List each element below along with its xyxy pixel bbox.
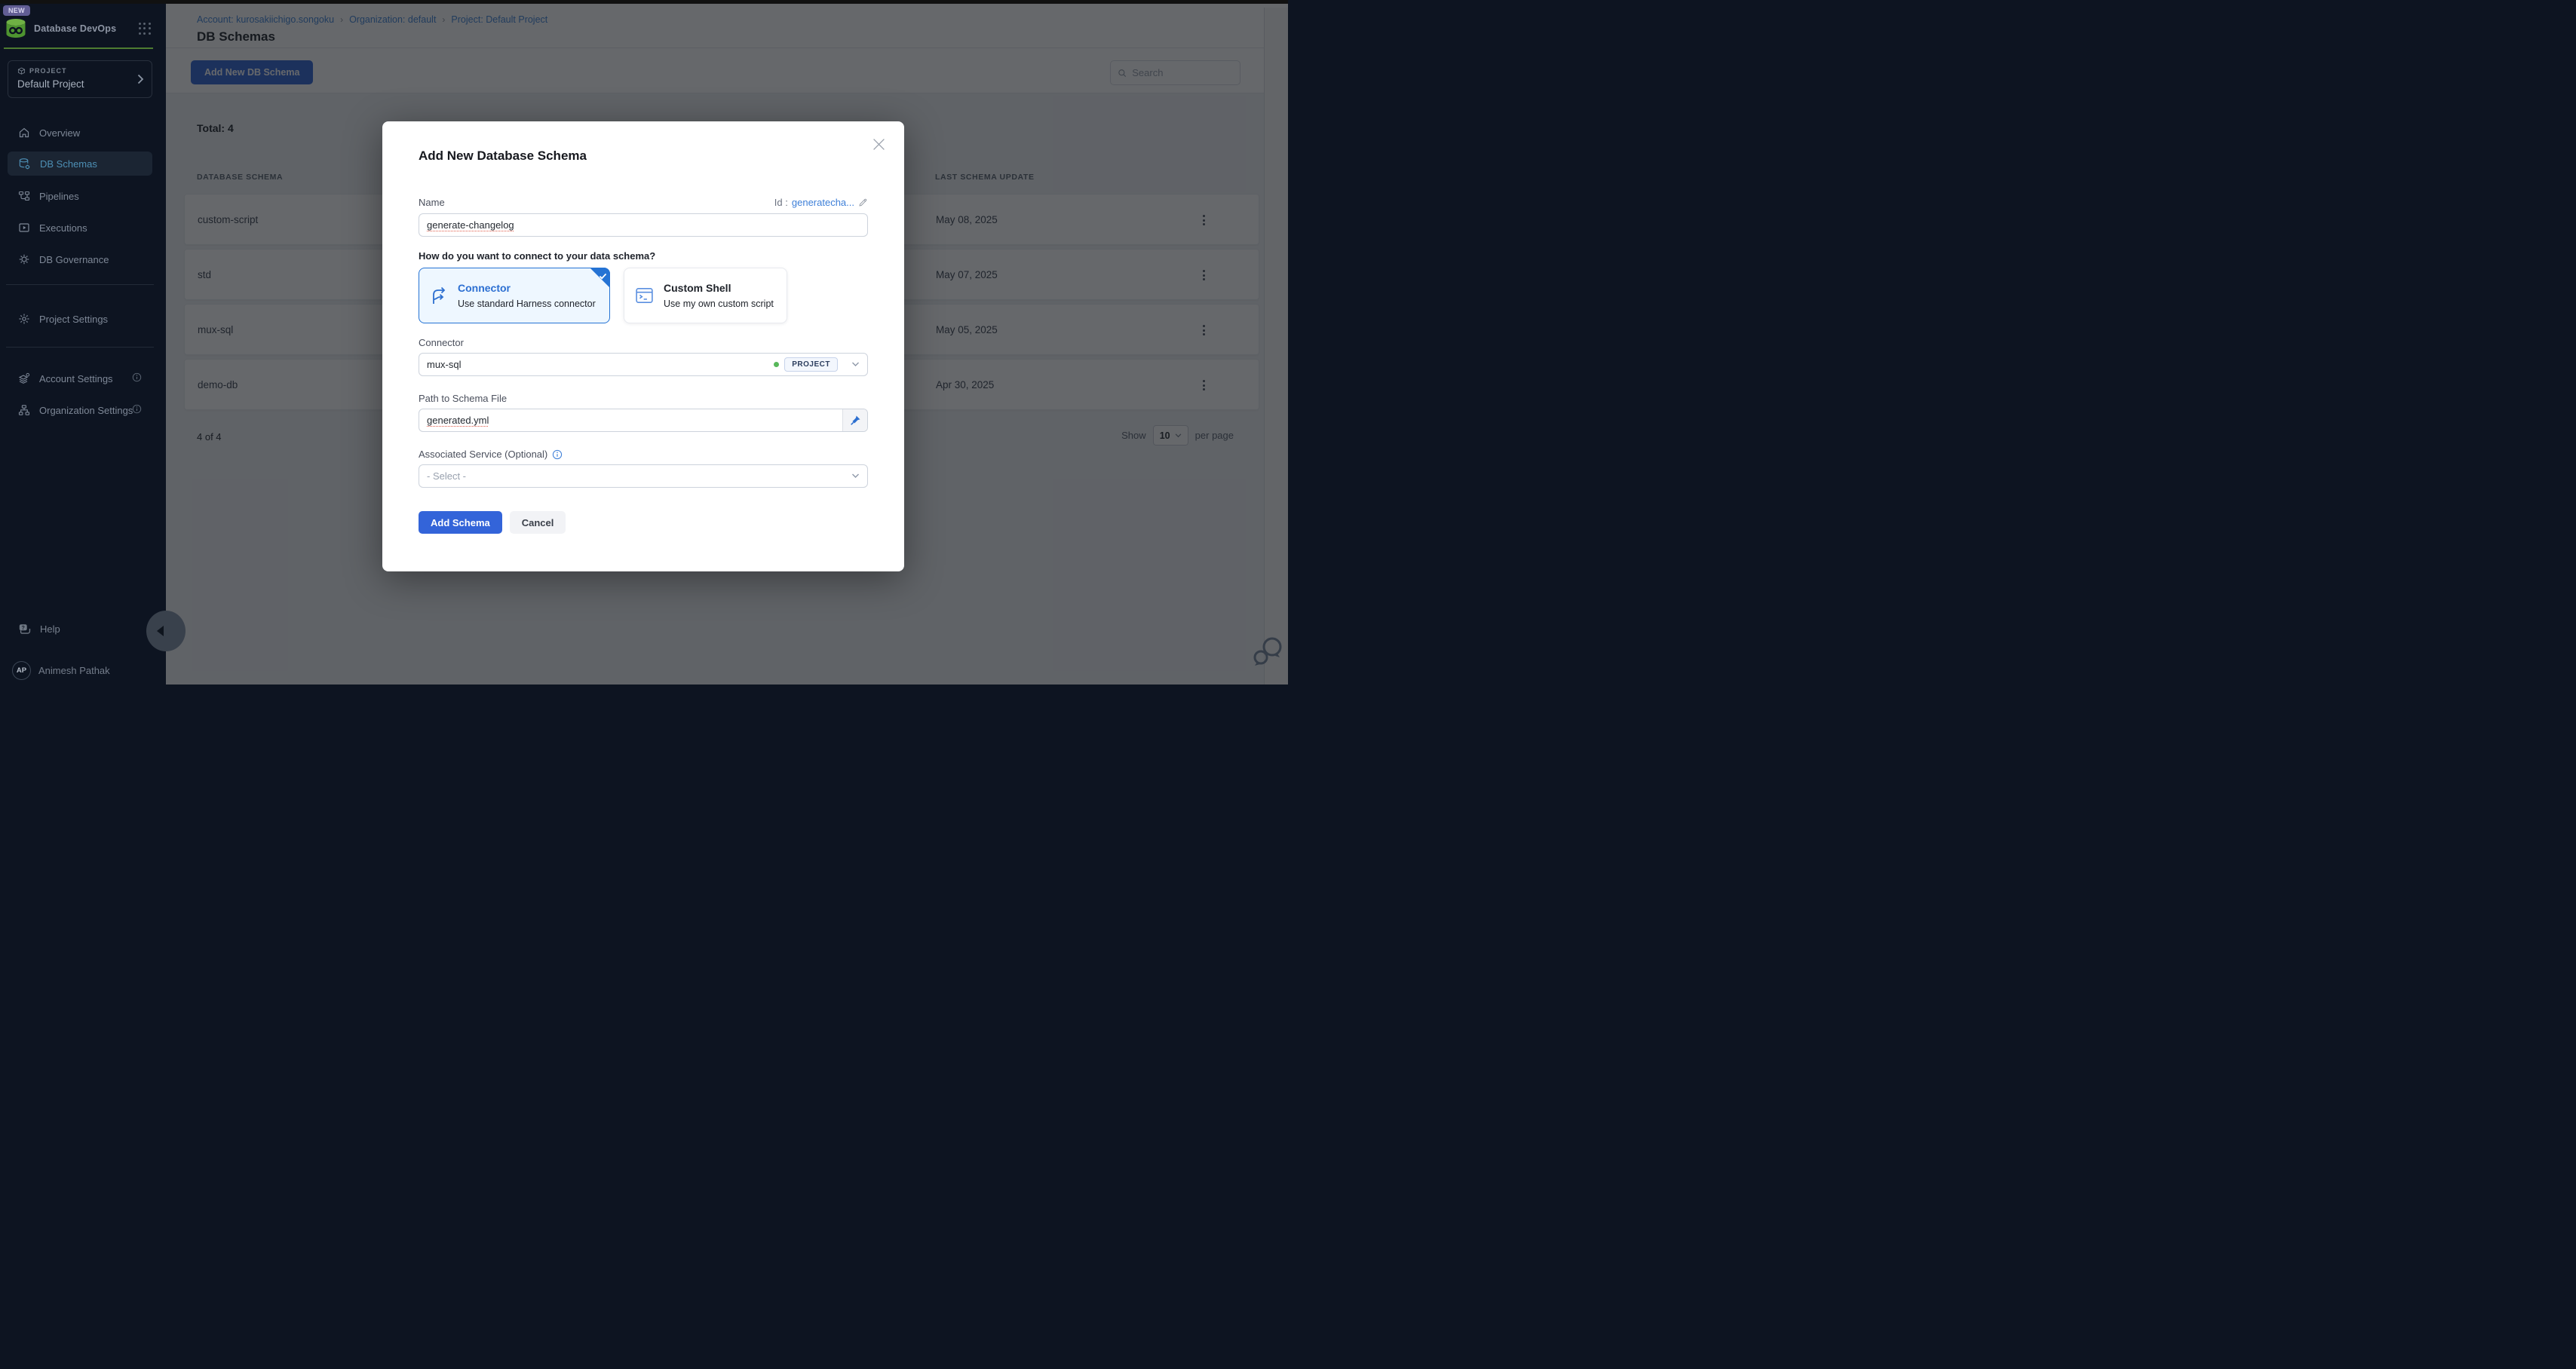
- name-label: Name: [419, 197, 445, 208]
- project-selector-label: PROJECT: [17, 67, 67, 75]
- info-icon[interactable]: [552, 449, 563, 460]
- db-schema-icon: [18, 158, 31, 170]
- pipelines-icon: [18, 190, 30, 202]
- project-selector[interactable]: PROJECT Default Project: [8, 60, 152, 98]
- window-top-edge: [0, 0, 1288, 4]
- terminal-icon: [635, 287, 654, 304]
- option-desc: Use my own custom script: [664, 299, 774, 309]
- user-menu[interactable]: AP Animesh Pathak: [8, 658, 158, 682]
- option-card-connector[interactable]: Connector Use standard Harness connector: [419, 268, 610, 323]
- help-chat-icon: ?: [18, 623, 32, 635]
- avatar: AP: [12, 661, 31, 680]
- chat-widget-icon[interactable]: [1252, 634, 1285, 672]
- info-icon[interactable]: [132, 372, 142, 384]
- sidebar-item-organization-settings[interactable]: Organization Settings: [8, 398, 152, 422]
- schema-id-value[interactable]: generatecha...: [792, 197, 854, 208]
- sidebar-item-executions[interactable]: Executions: [8, 216, 152, 240]
- option-title: Connector: [458, 282, 596, 294]
- sidebar-divider: [6, 347, 154, 348]
- brand-underline: [4, 47, 153, 49]
- path-input[interactable]: generated.yml: [419, 409, 842, 431]
- add-schema-modal: Add New Database Schema Name Id : genera…: [382, 121, 904, 571]
- option-desc: Use standard Harness connector: [458, 299, 596, 309]
- cube-icon: [17, 67, 26, 75]
- connector-branch-icon: [430, 286, 448, 305]
- add-schema-button[interactable]: Add Schema: [419, 511, 502, 534]
- pin-button[interactable]: [842, 409, 867, 431]
- check-icon: [599, 270, 607, 283]
- governance-gear-icon: [18, 253, 30, 265]
- user-name: Animesh Pathak: [38, 665, 110, 676]
- connector-status-dot: [774, 362, 779, 367]
- associated-service-select[interactable]: - Select -: [419, 464, 868, 488]
- sidebar-collapse-handle[interactable]: [146, 611, 186, 651]
- info-icon[interactable]: [132, 404, 142, 416]
- gear-icon: [18, 313, 30, 325]
- new-badge: NEW: [3, 5, 30, 16]
- sidebar: NEW Database DevOps PROJECT Default Proj…: [0, 4, 166, 684]
- home-icon: [18, 127, 30, 139]
- sidebar-item-pipelines[interactable]: Pipelines: [8, 184, 152, 208]
- option-title: Custom Shell: [664, 282, 774, 294]
- sidebar-item-project-settings[interactable]: Project Settings: [8, 307, 152, 331]
- layers-gear-icon: [18, 372, 30, 384]
- org-gear-icon: [18, 404, 30, 416]
- sidebar-item-db-schemas[interactable]: DB Schemas: [8, 152, 152, 176]
- cancel-button[interactable]: Cancel: [510, 511, 566, 534]
- option-card-custom-shell[interactable]: Custom Shell Use my own custom script: [624, 268, 787, 323]
- database-devops-logo-icon: [5, 17, 27, 44]
- help-button[interactable]: ? Help: [8, 617, 152, 641]
- close-icon[interactable]: [872, 138, 886, 152]
- chevron-down-icon: [851, 362, 860, 367]
- sidebar-item-account-settings[interactable]: Account Settings: [8, 366, 152, 390]
- scope-badge: PROJECT: [784, 357, 838, 372]
- schema-id: Id : generatecha...: [774, 197, 868, 208]
- svg-text:?: ?: [22, 623, 25, 630]
- app-title: Database DevOps: [34, 23, 116, 34]
- chevron-right-icon: [137, 74, 144, 88]
- name-input[interactable]: generate-changelog: [419, 213, 868, 237]
- chevron-down-icon: [851, 473, 860, 479]
- associated-service-label: Associated Service (Optional): [419, 449, 547, 460]
- path-label: Path to Schema File: [419, 393, 868, 404]
- brand-row: Database DevOps: [0, 16, 166, 46]
- modal-title: Add New Database Schema: [419, 149, 868, 164]
- sidebar-divider: [6, 284, 154, 285]
- connector-label: Connector: [419, 337, 868, 348]
- collapse-arrow-icon: [157, 626, 164, 636]
- pin-icon: [850, 415, 861, 426]
- sidebar-item-db-governance[interactable]: DB Governance: [8, 247, 152, 271]
- path-field: generated.yml: [419, 409, 868, 432]
- app-root: NEW Database DevOps PROJECT Default Proj…: [0, 0, 1288, 684]
- edit-pencil-icon[interactable]: [858, 198, 868, 207]
- project-selector-value: Default Project: [17, 78, 84, 90]
- module-grid-icon[interactable]: [139, 23, 151, 35]
- connect-question: How do you want to connect to your data …: [419, 250, 868, 262]
- sidebar-item-overview[interactable]: Overview: [8, 121, 152, 145]
- executions-icon: [18, 222, 30, 234]
- connector-select[interactable]: mux-sql PROJECT: [419, 353, 868, 376]
